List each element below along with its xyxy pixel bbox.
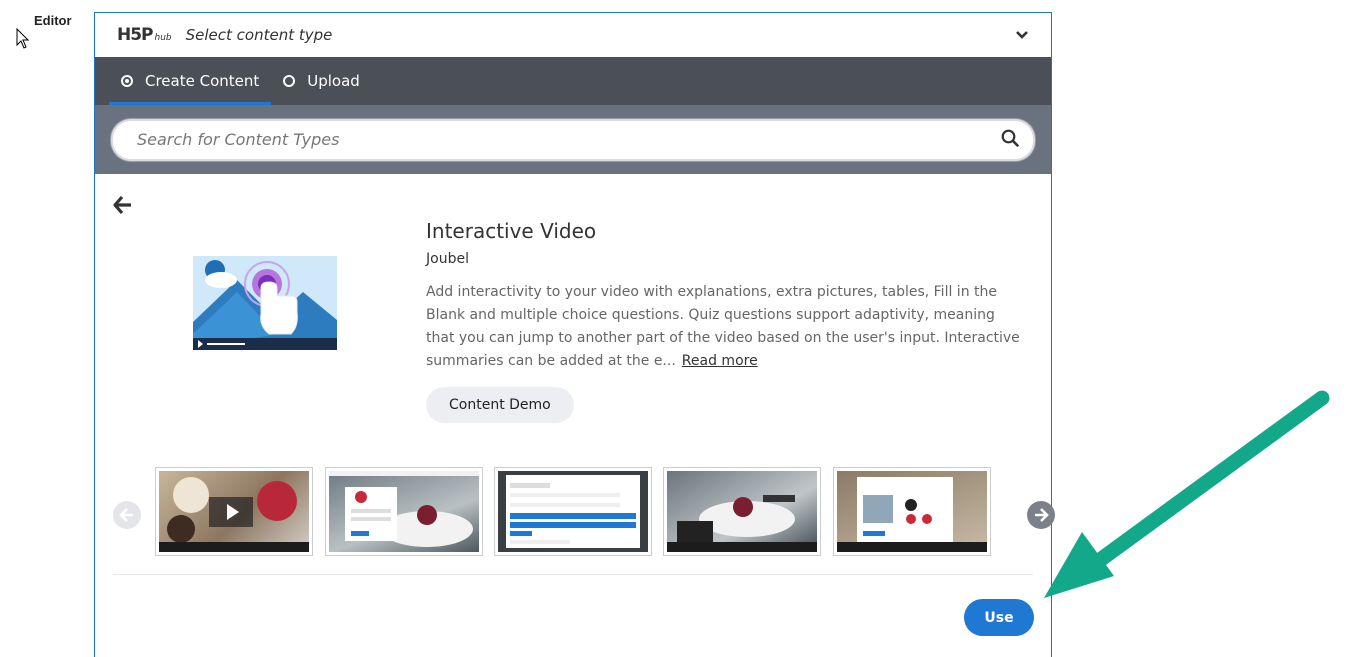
h5p-hub-panel: H5P hub Select content type Create Conte…	[94, 12, 1055, 657]
carousel-screenshot[interactable]	[325, 467, 483, 556]
back-arrow-icon[interactable]	[113, 195, 133, 219]
carousel-prev-icon[interactable]	[113, 501, 141, 529]
cursor-icon	[16, 27, 30, 54]
chevron-down-icon[interactable]	[1015, 27, 1029, 46]
editor-label: Editor	[34, 13, 72, 28]
carousel-screenshot[interactable]	[833, 467, 991, 556]
annotation-arrow-icon	[1030, 380, 1340, 614]
logo-main: H5P	[117, 25, 154, 45]
search-input[interactable]	[135, 129, 1001, 150]
screenshot-carousel	[113, 467, 1055, 559]
tab-label: Upload	[307, 72, 360, 90]
search-bar	[95, 105, 1051, 174]
content-type-detail: Interactive Video Joubel Add interactivi…	[426, 219, 1026, 423]
tab-label: Create Content	[145, 72, 260, 90]
search-icon[interactable]	[1001, 129, 1019, 151]
use-button[interactable]: Use	[964, 599, 1034, 636]
content-type-author: Joubel	[426, 251, 469, 267]
radio-icon	[121, 75, 133, 87]
tab-create-content[interactable]: Create Content	[109, 57, 272, 105]
radio-icon	[283, 75, 296, 87]
logo-sub: hub	[154, 33, 172, 43]
content-demo-button[interactable]: Content Demo	[426, 387, 574, 423]
content-type-description: Add interactivity to your video with exp…	[426, 281, 1026, 373]
h5p-hub-logo: H5P hub	[117, 25, 172, 45]
tab-upload[interactable]: Upload	[271, 57, 372, 105]
content-type-thumbnail	[193, 256, 337, 350]
tab-bar: Create Content Upload	[95, 57, 1051, 105]
search-box	[111, 118, 1035, 161]
carousel-screenshot[interactable]	[155, 467, 313, 556]
carousel-screenshot[interactable]	[494, 467, 652, 556]
hub-title: Select content type	[185, 26, 333, 44]
read-more-link[interactable]: Read more	[682, 353, 758, 369]
carousel-screenshot[interactable]	[663, 467, 821, 556]
content-type-title: Interactive Video	[426, 219, 597, 243]
divider	[113, 574, 1033, 575]
hub-header[interactable]: H5P hub Select content type	[95, 13, 1051, 57]
